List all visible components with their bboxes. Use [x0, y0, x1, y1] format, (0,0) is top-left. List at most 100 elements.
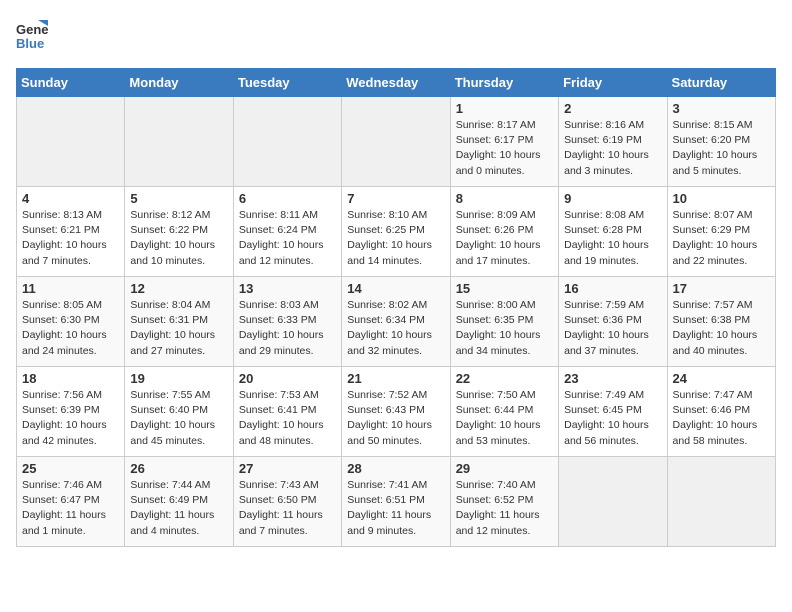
day-number: 12: [130, 281, 227, 296]
day-info: Sunrise: 8:08 AMSunset: 6:28 PMDaylight:…: [564, 208, 661, 269]
calendar-cell: 28 Sunrise: 7:41 AMSunset: 6:51 PMDayligh…: [342, 457, 450, 547]
day-number: 4: [22, 191, 119, 206]
calendar-cell: 13 Sunrise: 8:03 AMSunset: 6:33 PMDayligh…: [233, 277, 341, 367]
day-info: Sunrise: 7:55 AMSunset: 6:40 PMDaylight:…: [130, 388, 227, 449]
day-info: Sunrise: 7:50 AMSunset: 6:44 PMDaylight:…: [456, 388, 553, 449]
calendar-header-row: SundayMondayTuesdayWednesdayThursdayFrid…: [17, 69, 776, 97]
calendar-cell: 24 Sunrise: 7:47 AMSunset: 6:46 PMDayligh…: [667, 367, 775, 457]
calendar-week-row: 25 Sunrise: 7:46 AMSunset: 6:47 PMDayligh…: [17, 457, 776, 547]
day-number: 18: [22, 371, 119, 386]
day-info: Sunrise: 8:12 AMSunset: 6:22 PMDaylight:…: [130, 208, 227, 269]
day-info: Sunrise: 8:00 AMSunset: 6:35 PMDaylight:…: [456, 298, 553, 359]
calendar-cell: 11 Sunrise: 8:05 AMSunset: 6:30 PMDayligh…: [17, 277, 125, 367]
calendar-cell: [559, 457, 667, 547]
column-header-saturday: Saturday: [667, 69, 775, 97]
logo: General Blue: [16, 16, 48, 60]
calendar-cell: 12 Sunrise: 8:04 AMSunset: 6:31 PMDayligh…: [125, 277, 233, 367]
logo-svg: General Blue: [16, 16, 48, 60]
day-info: Sunrise: 8:02 AMSunset: 6:34 PMDaylight:…: [347, 298, 444, 359]
column-header-tuesday: Tuesday: [233, 69, 341, 97]
calendar-week-row: 4 Sunrise: 8:13 AMSunset: 6:21 PMDaylight…: [17, 187, 776, 277]
day-number: 11: [22, 281, 119, 296]
day-info: Sunrise: 8:13 AMSunset: 6:21 PMDaylight:…: [22, 208, 119, 269]
day-info: Sunrise: 8:09 AMSunset: 6:26 PMDaylight:…: [456, 208, 553, 269]
calendar-cell: [17, 97, 125, 187]
day-info: Sunrise: 7:56 AMSunset: 6:39 PMDaylight:…: [22, 388, 119, 449]
day-number: 16: [564, 281, 661, 296]
calendar-cell: [233, 97, 341, 187]
calendar-cell: 8 Sunrise: 8:09 AMSunset: 6:26 PMDaylight…: [450, 187, 558, 277]
day-number: 5: [130, 191, 227, 206]
calendar-cell: 6 Sunrise: 8:11 AMSunset: 6:24 PMDaylight…: [233, 187, 341, 277]
day-info: Sunrise: 8:11 AMSunset: 6:24 PMDaylight:…: [239, 208, 336, 269]
calendar-cell: [125, 97, 233, 187]
day-info: Sunrise: 8:07 AMSunset: 6:29 PMDaylight:…: [673, 208, 770, 269]
day-number: 24: [673, 371, 770, 386]
day-number: 28: [347, 461, 444, 476]
calendar-cell: 23 Sunrise: 7:49 AMSunset: 6:45 PMDayligh…: [559, 367, 667, 457]
day-number: 27: [239, 461, 336, 476]
column-header-monday: Monday: [125, 69, 233, 97]
day-info: Sunrise: 8:15 AMSunset: 6:20 PMDaylight:…: [673, 118, 770, 179]
calendar-cell: 4 Sunrise: 8:13 AMSunset: 6:21 PMDaylight…: [17, 187, 125, 277]
day-info: Sunrise: 7:57 AMSunset: 6:38 PMDaylight:…: [673, 298, 770, 359]
calendar-cell: 5 Sunrise: 8:12 AMSunset: 6:22 PMDaylight…: [125, 187, 233, 277]
calendar-cell: 3 Sunrise: 8:15 AMSunset: 6:20 PMDaylight…: [667, 97, 775, 187]
day-info: Sunrise: 7:40 AMSunset: 6:52 PMDaylight:…: [456, 478, 553, 539]
calendar-cell: 14Sunrise: 8:02 AMSunset: 6:34 PMDayligh…: [342, 277, 450, 367]
day-number: 23: [564, 371, 661, 386]
day-number: 13: [239, 281, 336, 296]
day-number: 10: [673, 191, 770, 206]
calendar-cell: 9 Sunrise: 8:08 AMSunset: 6:28 PMDaylight…: [559, 187, 667, 277]
calendar-cell: 10 Sunrise: 8:07 AMSunset: 6:29 PMDayligh…: [667, 187, 775, 277]
calendar-cell: [342, 97, 450, 187]
day-info: Sunrise: 7:49 AMSunset: 6:45 PMDaylight:…: [564, 388, 661, 449]
day-number: 9: [564, 191, 661, 206]
day-info: Sunrise: 7:46 AMSunset: 6:47 PMDaylight:…: [22, 478, 119, 539]
calendar-cell: 22 Sunrise: 7:50 AMSunset: 6:44 PMDayligh…: [450, 367, 558, 457]
day-number: 20: [239, 371, 336, 386]
day-number: 19: [130, 371, 227, 386]
day-number: 17: [673, 281, 770, 296]
calendar-cell: 17 Sunrise: 7:57 AMSunset: 6:38 PMDayligh…: [667, 277, 775, 367]
column-header-thursday: Thursday: [450, 69, 558, 97]
day-info: Sunrise: 7:41 AMSunset: 6:51 PMDaylight:…: [347, 478, 444, 539]
day-info: Sunrise: 7:52 AMSunset: 6:43 PMDaylight:…: [347, 388, 444, 449]
calendar-cell: 20 Sunrise: 7:53 AMSunset: 6:41 PMDayligh…: [233, 367, 341, 457]
day-info: Sunrise: 8:03 AMSunset: 6:33 PMDaylight:…: [239, 298, 336, 359]
day-number: 6: [239, 191, 336, 206]
day-info: Sunrise: 7:43 AMSunset: 6:50 PMDaylight:…: [239, 478, 336, 539]
day-info: Sunrise: 7:47 AMSunset: 6:46 PMDaylight:…: [673, 388, 770, 449]
calendar-cell: 2Sunrise: 8:16 AMSunset: 6:19 PMDaylight…: [559, 97, 667, 187]
day-number: 1: [456, 101, 553, 116]
calendar-week-row: 11 Sunrise: 8:05 AMSunset: 6:30 PMDayligh…: [17, 277, 776, 367]
calendar-cell: 16Sunrise: 7:59 AMSunset: 6:36 PMDayligh…: [559, 277, 667, 367]
day-info: Sunrise: 8:05 AMSunset: 6:30 PMDaylight:…: [22, 298, 119, 359]
calendar-week-row: 18 Sunrise: 7:56 AMSunset: 6:39 PMDayligh…: [17, 367, 776, 457]
calendar-cell: 7 Sunrise: 8:10 AMSunset: 6:25 PMDaylight…: [342, 187, 450, 277]
day-number: 2: [564, 101, 661, 116]
calendar-cell: 15 Sunrise: 8:00 AMSunset: 6:35 PMDayligh…: [450, 277, 558, 367]
day-number: 29: [456, 461, 553, 476]
day-number: 21: [347, 371, 444, 386]
calendar-cell: 1Sunrise: 8:17 AMSunset: 6:17 PMDaylight…: [450, 97, 558, 187]
column-header-sunday: Sunday: [17, 69, 125, 97]
day-info: Sunrise: 8:10 AMSunset: 6:25 PMDaylight:…: [347, 208, 444, 269]
calendar-cell: 19 Sunrise: 7:55 AMSunset: 6:40 PMDayligh…: [125, 367, 233, 457]
page-header: General Blue: [16, 16, 776, 60]
day-number: 25: [22, 461, 119, 476]
day-number: 22: [456, 371, 553, 386]
day-number: 15: [456, 281, 553, 296]
calendar-cell: 21 Sunrise: 7:52 AMSunset: 6:43 PMDayligh…: [342, 367, 450, 457]
svg-text:Blue: Blue: [16, 36, 44, 51]
calendar-cell: 27 Sunrise: 7:43 AMSunset: 6:50 PMDayligh…: [233, 457, 341, 547]
day-info: Sunrise: 7:53 AMSunset: 6:41 PMDaylight:…: [239, 388, 336, 449]
calendar-cell: 25 Sunrise: 7:46 AMSunset: 6:47 PMDayligh…: [17, 457, 125, 547]
svg-text:General: General: [16, 22, 48, 37]
calendar-cell: 18 Sunrise: 7:56 AMSunset: 6:39 PMDayligh…: [17, 367, 125, 457]
day-number: 8: [456, 191, 553, 206]
day-number: 7: [347, 191, 444, 206]
day-info: Sunrise: 8:04 AMSunset: 6:31 PMDaylight:…: [130, 298, 227, 359]
day-number: 26: [130, 461, 227, 476]
day-number: 3: [673, 101, 770, 116]
